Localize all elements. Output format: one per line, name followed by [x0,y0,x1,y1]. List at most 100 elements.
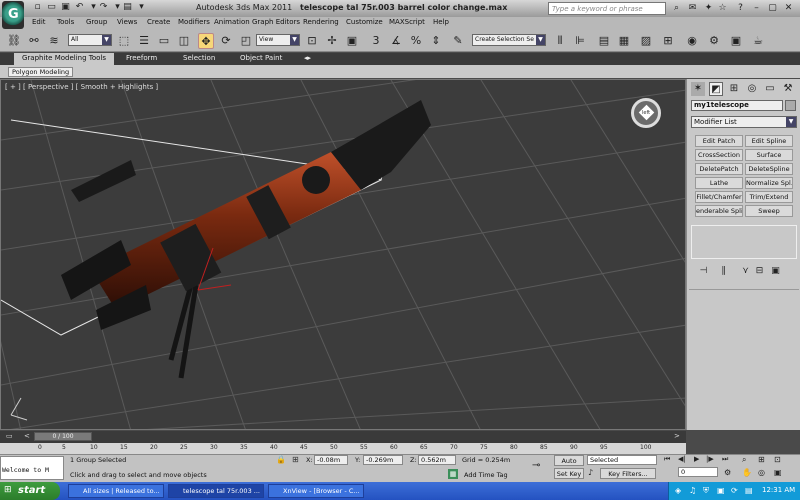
key-filters-icon[interactable]: ♪ [588,468,593,477]
graphite-toggle-icon[interactable]: ▦ [616,33,632,49]
tray-update-icon[interactable]: ⟳ [731,486,738,495]
rectangular-selection-icon[interactable]: ▭ [156,33,172,49]
maximize-icon[interactable]: ▢ [766,2,779,15]
slider-prev-icon[interactable]: < [24,432,32,441]
render-setup-icon[interactable]: ⚙ [706,33,722,49]
menu-group[interactable]: Group [86,18,107,26]
redo-icon[interactable]: ↷ [98,2,109,13]
menu-modifiers[interactable]: Modifiers [178,18,210,26]
select-and-rotate-icon[interactable]: ⟳ [218,33,234,49]
time-slider-handle[interactable]: 0 / 100 [34,432,92,441]
select-by-name-icon[interactable]: ☰ [136,33,152,49]
key-filters-button[interactable]: Key Filters... [600,468,656,479]
named-selection-sets-dropdown[interactable]: Create Selection Se ▼ [472,34,546,46]
zoom-extents-icon[interactable]: ⊡ [774,455,781,464]
modify-panel-icon[interactable]: ◩ [709,82,723,96]
selection-filter-dropdown[interactable]: All ▼ [68,34,112,46]
current-frame-field[interactable]: 0 [678,467,718,477]
taskbar-item-xnview[interactable]: XnView - [Browser - C... [268,484,364,498]
lock-selection-icon[interactable]: 🔒 [276,455,286,464]
help-icon[interactable]: ? [734,2,747,15]
tray-network-icon[interactable]: ◈ [675,486,681,495]
polygon-modeling-button[interactable]: Polygon Modeling [8,67,74,77]
menu-edit[interactable]: Edit [32,18,46,26]
trim-extend-button[interactable]: Trim/Extend [745,191,793,203]
x-coordinate-field[interactable]: -0.08m [314,455,348,465]
set-key-button[interactable]: Set Key [554,468,584,479]
time-configuration-icon[interactable]: ⚙ [724,468,731,477]
material-editor-icon[interactable]: ◉ [684,33,700,49]
layer-manager-icon[interactable]: ▤ [596,33,612,49]
key-icon[interactable]: ⊸ [532,460,540,471]
unlink-icon[interactable]: ⚯ [26,33,42,49]
utilities-panel-icon[interactable]: ⚒ [781,82,795,96]
menu-tools[interactable]: Tools [57,18,74,26]
show-end-result-icon[interactable]: ∥ [717,265,730,277]
time-tag-icon[interactable]: ▦ [448,469,458,479]
edit-spline-button[interactable]: Edit Spline [745,135,793,147]
play-icon[interactable]: ▶ [694,455,699,463]
absolute-mode-icon[interactable]: ⊞ [292,455,299,464]
menu-graph-editors[interactable]: Graph Editors [252,18,300,26]
sweep-button[interactable]: Sweep [745,205,793,217]
tab-object-paint[interactable]: Object Paint [240,54,282,62]
project-folder-icon[interactable]: ▤ [122,2,133,13]
rendered-frame-window-icon[interactable]: ▣ [728,33,744,49]
angle-snap-icon[interactable]: ∡ [388,33,404,49]
tray-security-icon[interactable]: ⛨ [703,486,709,496]
minimize-icon[interactable]: – [750,2,763,15]
object-name-field[interactable]: my1telescope [691,100,783,111]
align-icon[interactable]: ⊫ [572,33,588,49]
time-slider-track[interactable] [0,431,686,443]
create-panel-icon[interactable]: ✶ [691,82,705,96]
link-icon[interactable]: ⛓ [6,33,22,49]
keyboard-shortcut-override-icon[interactable]: ▣ [344,33,360,49]
modifier-stack[interactable] [691,225,797,259]
lathe-button[interactable]: Lathe [695,177,743,189]
new-file-icon[interactable]: ▫ [32,2,43,13]
subscription-icon[interactable]: ✉ [686,2,699,15]
save-icon[interactable]: ▣ [60,2,71,13]
menu-help[interactable]: Help [433,18,449,26]
schematic-view-icon[interactable]: ⊞ [660,33,676,49]
app-logo-icon[interactable] [2,1,24,29]
previous-frame-icon[interactable]: ◀| [678,455,686,463]
hierarchy-panel-icon[interactable]: ⊞ [727,82,741,96]
close-icon[interactable]: ✕ [782,2,795,15]
tab-freeform[interactable]: Freeform [126,54,157,62]
menu-maxscript[interactable]: MAXScript [389,18,425,26]
select-and-scale-icon[interactable]: ◰ [238,33,254,49]
renderable-spline-button[interactable]: enderable Splin [695,205,743,217]
menu-rendering[interactable]: Rendering [303,18,339,26]
help-search-input[interactable]: Type a keyword or phrase [548,2,666,15]
transform-gizmo-x-axis[interactable] [197,284,232,291]
quick-access-dropdown-icon[interactable]: ▾ [136,2,147,13]
surface-button[interactable]: Surface [745,149,793,161]
render-production-icon[interactable]: ☕ [750,33,766,49]
pin-stack-icon[interactable]: ⊣ [697,265,710,277]
slider-next-icon[interactable]: > [674,432,682,441]
goto-end-icon[interactable]: ⏭ [722,455,728,464]
curve-editor-icon[interactable]: ▨ [638,33,654,49]
taskbar-item-browser[interactable]: All sizes | Released to... [68,484,164,498]
configure-modifier-sets-icon[interactable]: ▣ [769,265,782,277]
mirror-icon[interactable]: ⫴ [552,33,568,49]
select-and-move-icon[interactable]: ✥ [198,33,214,49]
spinner-snap-icon[interactable]: ⇕ [428,33,444,49]
orbit-icon[interactable]: ◎ [758,468,765,477]
tray-display-icon[interactable]: ▤ [745,486,753,495]
fillet-chamfer-button[interactable]: Fillet/Chamfer [695,191,743,203]
taskbar-item-3dsmax[interactable]: telescope tal 75r.003 ... [168,484,264,498]
track-bar[interactable]: 0 5 10 15 20 25 30 35 40 45 50 55 60 65 … [0,443,686,454]
pivot-center-icon[interactable]: ⊡ [304,33,320,49]
auto-key-button[interactable]: Auto Key [554,455,584,475]
tab-graphite-modeling-tools[interactable]: Graphite Modeling Tools [14,53,115,65]
next-frame-icon[interactable]: |▶ [706,455,714,463]
maximize-viewport-icon[interactable]: ▣ [774,468,782,477]
make-unique-icon[interactable]: ⋎ [739,265,752,277]
modifier-list-dropdown[interactable]: Modifier List ▼ [691,116,797,128]
remove-modifier-icon[interactable]: ⊟ [753,265,766,277]
edit-patch-button[interactable]: Edit Patch [695,135,743,147]
tray-app-icon[interactable]: ▣ [717,486,725,495]
snaps-toggle-icon[interactable]: 3 [368,33,384,49]
